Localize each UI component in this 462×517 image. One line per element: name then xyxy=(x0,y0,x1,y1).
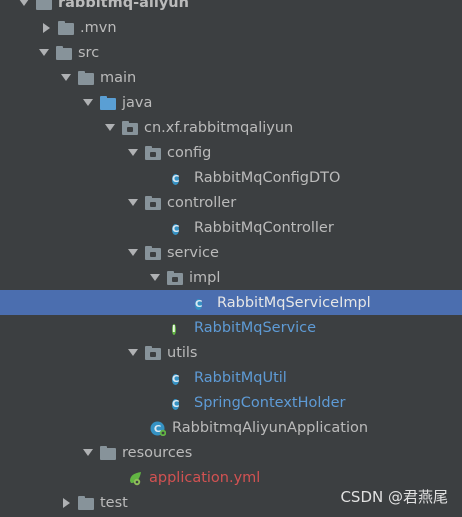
package-icon xyxy=(145,245,161,261)
expand-arrow-icon[interactable] xyxy=(149,265,161,290)
resources-folder-icon xyxy=(100,445,116,461)
folder-icon xyxy=(58,20,74,36)
tree-row-application-class[interactable]: C RabbitmqAliyunApplication xyxy=(0,415,462,440)
package-icon xyxy=(145,195,161,211)
tree-label-util-class: RabbitMqUtil xyxy=(194,369,287,386)
interface-icon: I xyxy=(172,323,176,335)
package-icon xyxy=(145,145,161,161)
tree-label-resources: resources xyxy=(122,444,193,461)
spring-boot-class-icon: C xyxy=(150,420,167,436)
tree-row-java[interactable]: java xyxy=(0,90,462,115)
folder-icon xyxy=(78,70,94,86)
spring-config-file-icon xyxy=(127,470,143,486)
tree-row-package[interactable]: cn.xf.rabbitmqaliyun xyxy=(0,115,462,140)
package-icon xyxy=(167,270,183,286)
tree-label-application-class: RabbitmqAliyunApplication xyxy=(172,419,369,436)
watermark: CSDN @君燕尾 xyxy=(340,488,448,506)
tree-row-controller[interactable]: controller xyxy=(0,190,462,215)
expand-arrow-icon[interactable] xyxy=(127,240,139,265)
tree-row-service-impl[interactable]: C RabbitMqServiceImpl xyxy=(0,290,462,315)
expand-arrow-icon[interactable] xyxy=(18,0,30,15)
tree-row-mvn[interactable]: .mvn xyxy=(0,15,462,40)
expand-arrow-icon[interactable] xyxy=(127,140,139,165)
tree-label-application-yml: application.yml xyxy=(149,469,261,486)
tree-label-service: service xyxy=(167,244,219,261)
expand-arrow-icon[interactable] xyxy=(127,340,139,365)
tree-label-controller: controller xyxy=(167,194,237,211)
class-icon: C xyxy=(172,398,180,410)
tree-row-config[interactable]: config xyxy=(0,140,462,165)
collapsed-arrow-icon[interactable] xyxy=(40,15,52,40)
tree-label-service-interface: RabbitMqService xyxy=(194,319,317,336)
tree-label-root: rabbitmq-aliyun xyxy=(58,0,189,11)
collapsed-arrow-icon[interactable] xyxy=(60,490,72,515)
expand-arrow-icon[interactable] xyxy=(38,40,50,65)
expand-arrow-icon[interactable] xyxy=(104,115,116,140)
tree-label-package: cn.xf.rabbitmqaliyun xyxy=(144,119,294,136)
tree-row-config-dto[interactable]: C RabbitMqConfigDTO xyxy=(0,165,462,190)
expand-arrow-icon[interactable] xyxy=(82,90,94,115)
package-icon xyxy=(145,345,161,361)
expand-arrow-icon[interactable] xyxy=(127,190,139,215)
tree-row-resources[interactable]: resources xyxy=(0,440,462,465)
tree-row-main[interactable]: main xyxy=(0,65,462,90)
tree-label-impl: impl xyxy=(189,269,221,286)
tree-label-utils: utils xyxy=(167,344,198,361)
tree-label-java: java xyxy=(122,94,153,111)
tree-label-config: config xyxy=(167,144,212,161)
tree-label-mvn: .mvn xyxy=(80,19,117,36)
tree-row-root[interactable]: rabbitmq-aliyun xyxy=(0,0,462,15)
tree-row-impl[interactable]: impl xyxy=(0,265,462,290)
tree-row-service[interactable]: service xyxy=(0,240,462,265)
package-icon xyxy=(122,120,138,136)
class-icon: C xyxy=(172,173,180,185)
folder-icon xyxy=(56,45,72,61)
expand-arrow-icon[interactable] xyxy=(82,440,94,465)
tree-label-service-impl: RabbitMqServiceImpl xyxy=(217,294,371,311)
class-icon: C xyxy=(195,298,203,310)
source-folder-icon xyxy=(100,95,116,111)
class-icon: C xyxy=(172,223,180,235)
tree-row-util-class[interactable]: C RabbitMqUtil xyxy=(0,365,462,390)
tree-label-config-dto: RabbitMqConfigDTO xyxy=(194,169,341,186)
tree-row-utils[interactable]: utils xyxy=(0,340,462,365)
tree-row-context-holder[interactable]: C SpringContextHolder xyxy=(0,390,462,415)
tree-label-test: test xyxy=(100,494,128,511)
folder-icon xyxy=(78,495,94,511)
tree-row-controller-class[interactable]: C RabbitMqController xyxy=(0,215,462,240)
tree-label-context-holder: SpringContextHolder xyxy=(194,394,346,411)
tree-label-main: main xyxy=(100,69,137,86)
tree-row-service-interface[interactable]: I RabbitMqService xyxy=(0,315,462,340)
module-folder-icon xyxy=(36,0,52,11)
class-icon: C xyxy=(172,373,180,385)
tree-label-src: src xyxy=(78,44,100,61)
tree-label-controller-class: RabbitMqController xyxy=(194,219,334,236)
expand-arrow-icon[interactable] xyxy=(60,65,72,90)
tree-row-src[interactable]: src xyxy=(0,40,462,65)
